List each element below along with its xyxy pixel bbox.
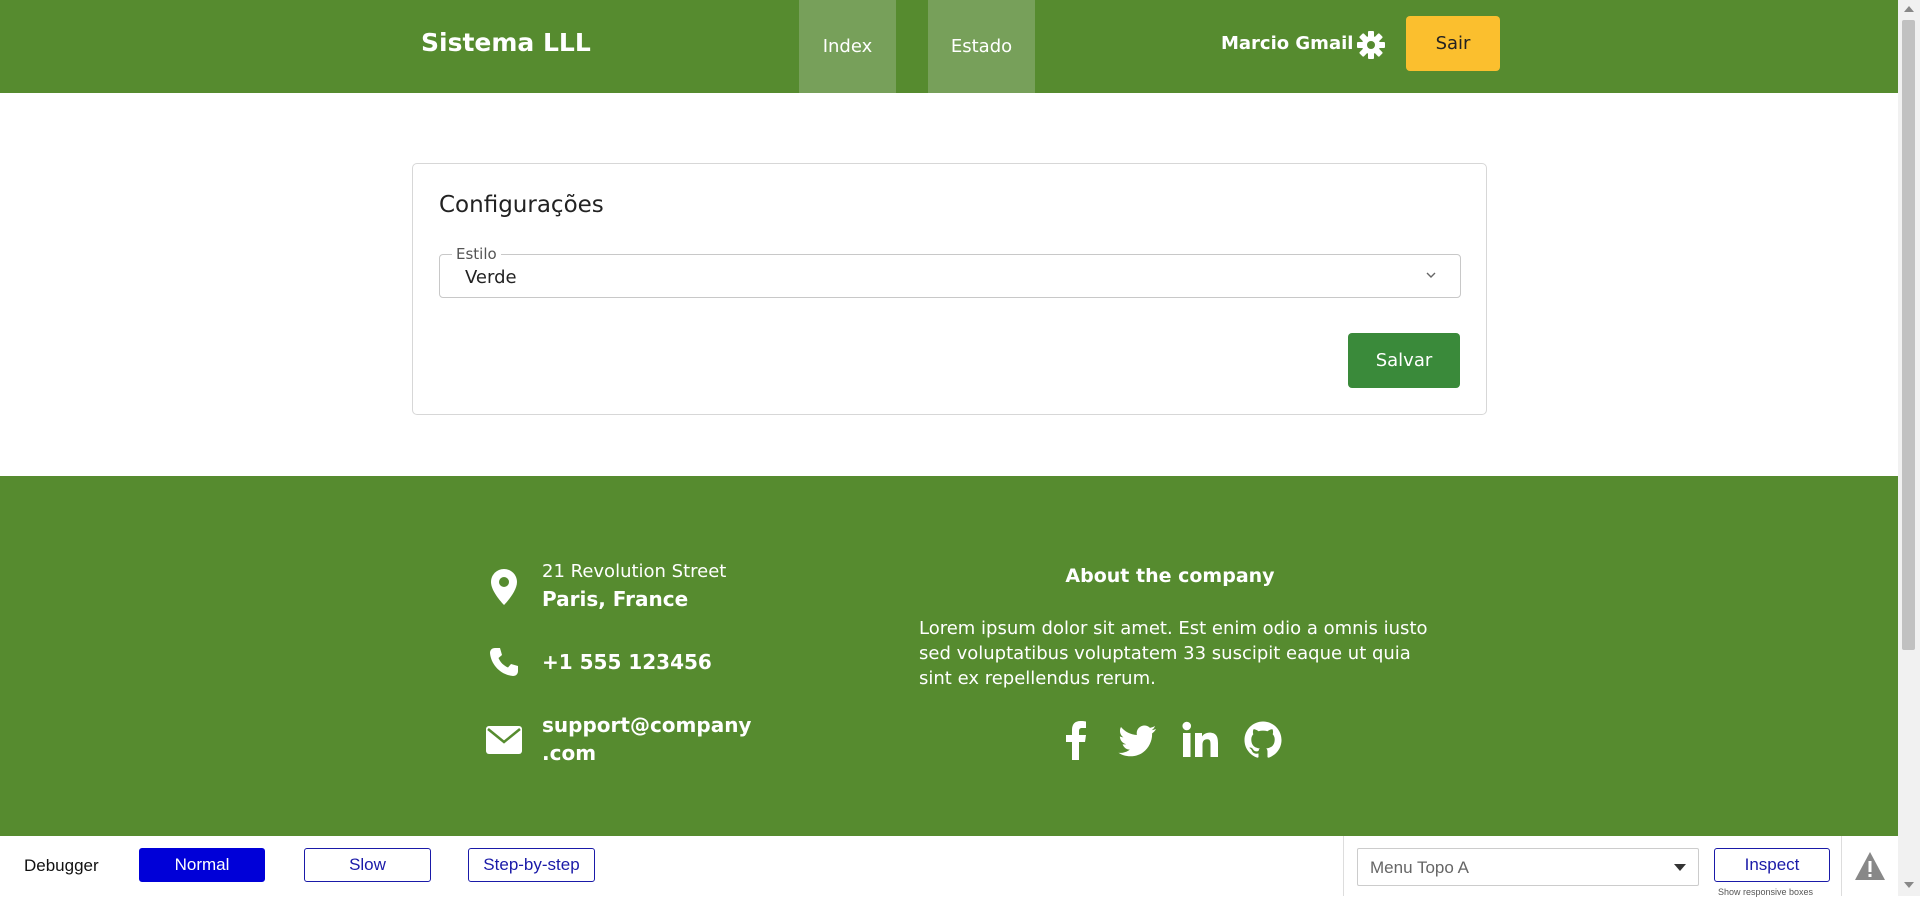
gear-icon[interactable] — [1355, 29, 1387, 61]
mode-slow-button[interactable]: Slow — [304, 848, 431, 882]
chevron-down-icon — [1426, 272, 1436, 278]
inspect-button[interactable]: Inspect — [1714, 848, 1830, 882]
card-title: Configurações — [439, 192, 604, 218]
nav-tab-estado[interactable]: Estado — [928, 0, 1035, 93]
menu-select[interactable]: Menu Topo A — [1357, 848, 1699, 886]
phone-number[interactable]: +1 555 123456 — [542, 650, 712, 674]
scroll-down-icon[interactable] — [1904, 882, 1914, 888]
mode-normal-button[interactable]: Normal — [139, 848, 265, 882]
about-title: About the company — [1065, 565, 1275, 587]
style-select[interactable]: Estilo Verde — [439, 245, 1461, 298]
menu-select-value: Menu Topo A — [1370, 858, 1469, 877]
save-button[interactable]: Salvar — [1348, 333, 1460, 388]
logout-button[interactable]: Sair — [1406, 16, 1500, 71]
dropdown-arrow-icon — [1674, 864, 1686, 871]
facebook-icon[interactable] — [1056, 720, 1096, 760]
email-line-2[interactable]: .com — [542, 741, 596, 765]
divider — [1841, 836, 1842, 896]
scroll-thumb[interactable] — [1902, 20, 1915, 650]
address-street: 21 Revolution Street — [542, 561, 727, 582]
nav-tab-index[interactable]: Index — [799, 0, 896, 93]
user-name: Marcio Gmail — [1221, 33, 1354, 54]
linkedin-icon[interactable] — [1181, 720, 1221, 760]
footer: 21 Revolution Street Paris, France +1 55… — [0, 476, 1898, 836]
twitter-icon[interactable] — [1118, 720, 1158, 760]
phone-icon — [490, 648, 518, 676]
debugger-label: Debugger — [24, 856, 99, 875]
debugger-bar: Debugger Normal Slow Step-by-step Menu T… — [0, 836, 1898, 897]
style-select-label: Estilo — [452, 245, 501, 263]
mode-step-button[interactable]: Step-by-step — [468, 848, 595, 882]
style-select-value: Verde — [465, 267, 517, 288]
about-text: Lorem ipsum dolor sit amet. Est enim odi… — [919, 618, 1428, 689]
github-icon[interactable] — [1243, 720, 1283, 760]
divider — [1343, 836, 1344, 896]
top-navbar: Sistema LLL Index Estado Marcio Gmail Sa… — [0, 0, 1898, 93]
warning-icon[interactable] — [1854, 851, 1886, 881]
settings-card: Configurações Estilo Verde Salvar — [412, 163, 1487, 415]
vertical-scrollbar[interactable] — [1898, 0, 1920, 896]
address-city: Paris, France — [542, 587, 689, 611]
map-pin-icon — [491, 569, 517, 605]
envelope-icon — [486, 726, 522, 754]
brand-title[interactable]: Sistema LLL — [421, 28, 591, 57]
email-line-1[interactable]: support@company — [542, 713, 751, 737]
scroll-up-icon[interactable] — [1904, 6, 1914, 12]
